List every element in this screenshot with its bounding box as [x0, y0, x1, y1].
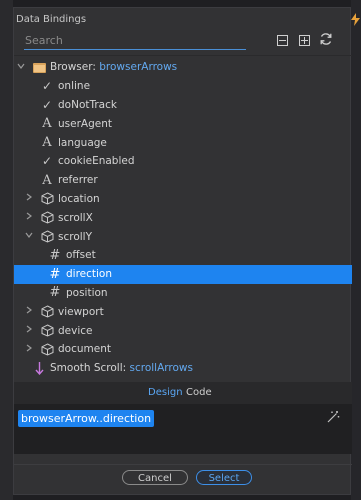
tree-top-divider [14, 55, 352, 56]
binding-expression-area[interactable]: browserArrow..direction [14, 404, 352, 454]
tree-node-smooth-name: scrollArrows [129, 362, 193, 375]
tree-node-smooth-prefix: Smooth Scroll: [50, 362, 127, 375]
tree-node-label: online [58, 80, 91, 93]
tree-node-online[interactable]: ✓ online [14, 77, 352, 96]
tree-node-scrolly[interactable]: scrollY [14, 227, 352, 246]
tree-node-label: referrer [58, 174, 98, 187]
tree-node-label: direction [66, 268, 113, 281]
dialog-footer: Cancel Select [14, 465, 352, 496]
arrow-down-icon [32, 361, 46, 375]
chevron-down-icon[interactable] [16, 62, 26, 73]
design-code-tabs: Design Code [14, 382, 352, 404]
tree-node-scrollx[interactable]: scrollX [14, 208, 352, 227]
binding-expression-chip[interactable]: browserArrow..direction [18, 410, 155, 427]
tree-node-label: cookieEnabled [58, 155, 135, 168]
cube-icon [40, 211, 54, 225]
tree-node-viewport[interactable]: viewport [14, 302, 352, 321]
hash-icon: # [49, 285, 61, 301]
check-icon: ✓ [41, 154, 53, 169]
tree-node-label: viewport [58, 305, 104, 318]
chevron-right-icon[interactable] [24, 212, 34, 223]
tab-design[interactable]: Design [148, 387, 183, 398]
tree-node-label: offset [66, 249, 96, 262]
tree-node-cookieenabled[interactable]: ✓ cookieEnabled [14, 152, 352, 171]
tree-node-label: position [66, 286, 108, 299]
tree-node-label: scrollX [58, 211, 93, 224]
tree-node-position[interactable]: # position [14, 284, 352, 303]
minus-box-icon [276, 34, 288, 46]
tree-node-label: document [58, 343, 111, 356]
tree-node-label: userAgent [58, 117, 112, 130]
tree-node-device[interactable]: device [14, 321, 352, 340]
tree-node-browser-prefix: Browser: [50, 61, 96, 74]
tree-node-location[interactable]: location [14, 190, 352, 209]
check-icon: ✓ [41, 79, 53, 94]
tree-node-donottrack[interactable]: ✓ doNotTrack [14, 96, 352, 115]
tree-node-useragent[interactable]: A userAgent [14, 114, 352, 133]
cube-icon [40, 324, 54, 338]
plus-box-icon [298, 34, 310, 46]
tree-node-referrer[interactable]: A referrer [14, 171, 352, 190]
binding-tree: Browser: browserArrows ✓ online ✓ doNotT… [14, 58, 352, 378]
tree-node-smooth-scroll[interactable]: Smooth Scroll: scrollArrows [14, 359, 352, 378]
cube-icon [40, 192, 54, 206]
dialog-title: Data Bindings [16, 14, 87, 25]
chevron-down-icon[interactable] [24, 231, 34, 242]
refresh-button[interactable] [319, 32, 333, 49]
select-button[interactable]: Select [196, 470, 252, 485]
text-icon: A [42, 135, 52, 151]
cube-icon [40, 342, 54, 356]
text-icon: A [42, 172, 52, 188]
folder-icon [32, 60, 46, 74]
cancel-button[interactable]: Cancel [122, 470, 188, 485]
cube-icon [40, 230, 54, 244]
check-icon: ✓ [41, 97, 53, 112]
tab-code[interactable]: Code [186, 387, 212, 398]
background-editor-right [351, 0, 361, 500]
tree-node-document[interactable]: document [14, 340, 352, 359]
tree-node-offset[interactable]: # offset [14, 246, 352, 265]
text-icon: A [42, 116, 52, 132]
collapse-all-button[interactable] [275, 33, 289, 47]
chevron-right-icon[interactable] [24, 193, 34, 204]
cube-icon [40, 305, 54, 319]
tree-node-label: doNotTrack [58, 98, 117, 111]
search-input[interactable] [24, 33, 248, 48]
refresh-icon [319, 32, 333, 49]
tree-node-direction[interactable]: # direction [14, 264, 352, 284]
data-bindings-dialog: Data Bindings Search Browser: browserArr… [13, 7, 352, 496]
lightning-icon [351, 13, 360, 29]
tree-node-browser-name: browserArrows [99, 61, 178, 74]
chevron-right-icon[interactable] [24, 306, 34, 317]
background-editor-left [0, 0, 13, 500]
chevron-right-icon[interactable] [24, 325, 34, 336]
tree-node-label: scrollY [58, 230, 93, 243]
search-box[interactable] [24, 33, 248, 50]
tree-node-label: device [58, 324, 93, 337]
hash-icon: # [49, 247, 61, 263]
hash-icon: # [49, 266, 61, 282]
expand-all-button[interactable] [297, 33, 311, 47]
tree-node-browser[interactable]: Browser: browserArrows [14, 58, 352, 77]
magic-wand-icon[interactable] [326, 410, 340, 427]
tree-node-label: location [58, 192, 100, 205]
chevron-right-icon[interactable] [24, 344, 34, 355]
tree-node-language[interactable]: A language [14, 133, 352, 152]
tree-node-label: language [58, 136, 107, 149]
